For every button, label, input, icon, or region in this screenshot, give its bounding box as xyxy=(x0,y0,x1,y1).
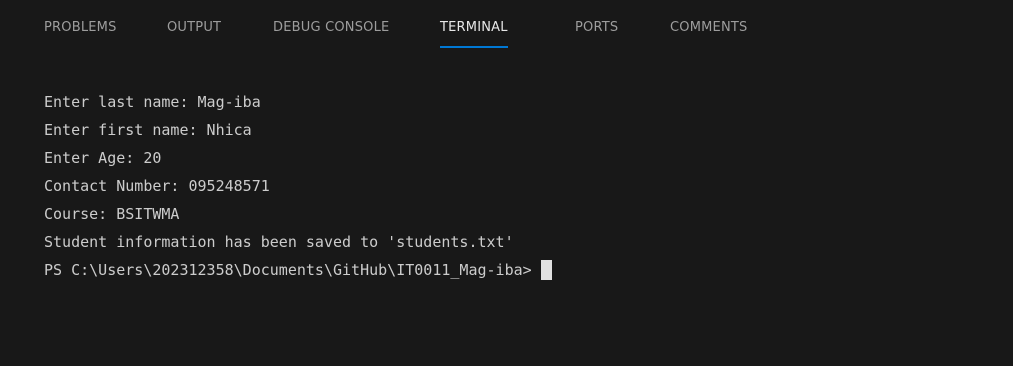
panel-tab-bar: PROBLEMS OUTPUT DEBUG CONSOLE TERMINAL P… xyxy=(0,0,1013,62)
terminal-line: Enter last name: Mag-iba xyxy=(44,93,261,111)
tab-problems[interactable]: PROBLEMS xyxy=(44,20,117,48)
terminal-line: Student information has been saved to 's… xyxy=(44,233,514,251)
tab-output[interactable]: OUTPUT xyxy=(167,20,221,48)
tab-ports[interactable]: PORTS xyxy=(575,20,618,48)
terminal-panel: PROBLEMS OUTPUT DEBUG CONSOLE TERMINAL P… xyxy=(0,0,1013,366)
terminal-line: Course: BSITWMA xyxy=(44,205,180,223)
terminal-line: Enter Age: 20 xyxy=(44,149,162,167)
tab-debug-console[interactable]: DEBUG CONSOLE xyxy=(273,20,389,48)
terminal-line: Enter first name: Nhica xyxy=(44,121,252,139)
terminal-prompt: PS C:\Users\202312358\Documents\GitHub\I… xyxy=(44,261,532,279)
terminal-line: Contact Number: 095248571 xyxy=(44,177,270,195)
terminal-output[interactable]: Enter last name: Mag-iba Enter first nam… xyxy=(44,88,993,366)
tab-comments[interactable]: COMMENTS xyxy=(670,20,747,48)
tab-terminal[interactable]: TERMINAL xyxy=(440,20,508,48)
terminal-prompt-line[interactable]: PS C:\Users\202312358\Documents\GitHub\I… xyxy=(44,256,993,284)
terminal-cursor xyxy=(540,260,552,280)
